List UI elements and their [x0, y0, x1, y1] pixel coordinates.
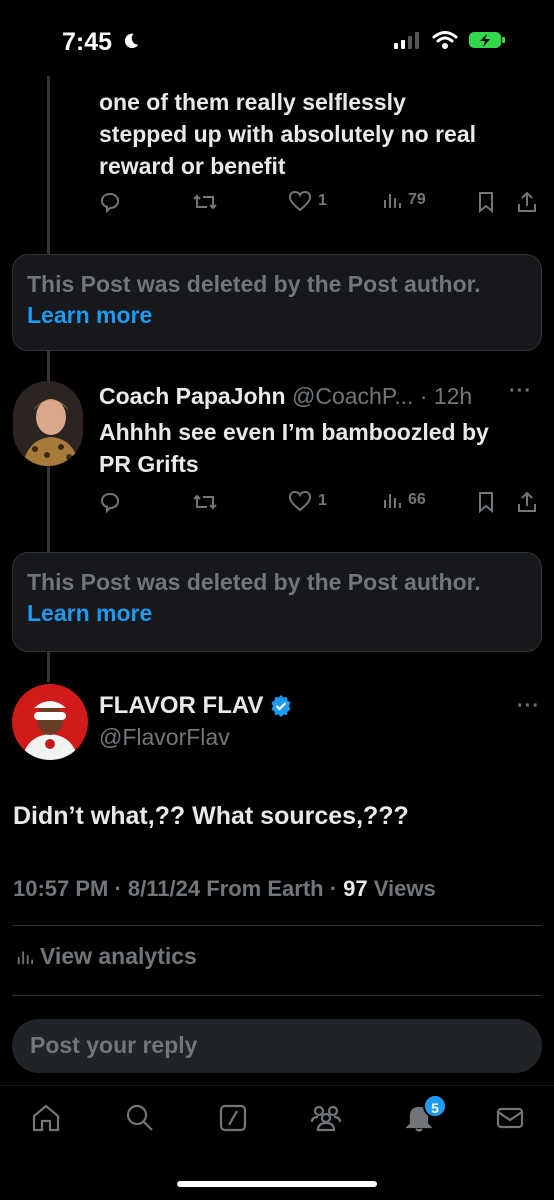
divider: [12, 995, 542, 996]
reply-button[interactable]: [98, 490, 122, 514]
heart-icon: [288, 190, 312, 212]
views-button[interactable]: 79: [382, 190, 426, 210]
search-icon: [126, 1104, 153, 1131]
thread-line: [47, 76, 50, 254]
communities-icon: [310, 1105, 342, 1132]
nav-notifications[interactable]: 5: [403, 1094, 447, 1139]
thread-line: [47, 652, 50, 682]
heart-icon: [288, 490, 312, 512]
nav-communities[interactable]: [309, 1102, 343, 1139]
thread-line: [47, 351, 50, 381]
share-button[interactable]: [516, 490, 538, 514]
verified-badge-icon: [271, 695, 291, 717]
like-button[interactable]: 1: [288, 190, 327, 212]
views-label: Views: [367, 876, 436, 901]
deleted-post-text: This Post was deleted by the Post author…: [27, 271, 481, 297]
bookmark-button[interactable]: [476, 490, 496, 514]
avatar-image: [13, 381, 83, 466]
analytics-icon: [384, 194, 401, 208]
repost-button[interactable]: [192, 490, 218, 514]
like-count: 1: [318, 492, 327, 509]
share-icon: [518, 491, 536, 512]
nav-grok[interactable]: [217, 1102, 249, 1139]
home-indicator: [177, 1181, 377, 1187]
learn-more-link[interactable]: Learn more: [27, 300, 527, 331]
nav-messages[interactable]: [494, 1102, 526, 1139]
bookmark-icon: [479, 192, 493, 214]
author-name[interactable]: FLAVOR FLAV: [99, 692, 293, 720]
learn-more-link[interactable]: Learn more: [27, 598, 527, 629]
reply-icon: [100, 492, 120, 514]
post-text: Didn’t what,?? What sources,???: [13, 802, 409, 830]
notification-badge: 5: [423, 1094, 447, 1118]
status-time: 7:45: [62, 28, 113, 56]
analytics-icon: [384, 494, 401, 508]
signal-icon: [394, 32, 419, 49]
avatar[interactable]: [13, 381, 83, 466]
grok-icon: [219, 1104, 247, 1132]
views-button[interactable]: 66: [382, 490, 426, 510]
like-count: 1: [318, 192, 327, 209]
view-count: 79: [408, 191, 426, 208]
nav-home[interactable]: [30, 1102, 62, 1139]
view-analytics-button[interactable]: View analytics: [16, 943, 197, 970]
tweet-header: Coach PapaJohn @CoachP... · 12h: [99, 383, 472, 410]
thread-line: [47, 466, 50, 552]
divider: [12, 925, 542, 926]
reply-icon: [100, 192, 120, 214]
home-icon: [32, 1104, 60, 1132]
avatar[interactable]: [12, 684, 88, 760]
deleted-post-text: This Post was deleted by the Post author…: [27, 569, 481, 595]
moon-icon: [124, 33, 139, 49]
post-meta: 10:57 PM · 8/11/24 From Earth · 97 Views: [13, 876, 436, 902]
analytics-icon: [17, 951, 34, 964]
repost-icon: [193, 194, 217, 210]
reply-input[interactable]: Post your reply: [12, 1019, 542, 1073]
more-options-icon[interactable]: ···: [517, 695, 540, 718]
mail-icon: [496, 1107, 524, 1129]
author-name[interactable]: Coach PapaJohn: [99, 383, 286, 409]
post-timestamp: 10:57 PM · 8/11/24 From Earth ·: [13, 876, 344, 901]
repost-icon: [193, 494, 217, 510]
bookmark-icon: [479, 492, 493, 514]
bookmark-button[interactable]: [476, 190, 496, 214]
status-bar: 7:45: [0, 0, 554, 76]
view-analytics-label: View analytics: [40, 943, 197, 969]
tweet-actions: 1 66: [98, 490, 538, 520]
reply-placeholder: Post your reply: [30, 1032, 198, 1058]
avatar-image: [12, 684, 88, 760]
author-handle[interactable]: @FlavorFlav: [99, 724, 230, 751]
views-count: 97: [343, 876, 368, 901]
repost-button[interactable]: [192, 190, 218, 214]
nav-search[interactable]: [124, 1102, 156, 1139]
more-options-icon[interactable]: ···: [509, 380, 532, 403]
tweet-text: Ahhhh see even I’m bamboozled by PR Grif…: [99, 419, 489, 477]
battery-charging-icon: [469, 32, 505, 48]
share-button[interactable]: [516, 190, 538, 214]
status-icons: [394, 30, 506, 50]
share-icon: [518, 191, 536, 212]
deleted-post-notice: This Post was deleted by the Post author…: [12, 254, 542, 351]
author-handle[interactable]: @CoachP...: [292, 383, 413, 409]
reply-button[interactable]: [98, 190, 122, 214]
wifi-icon: [432, 31, 458, 49]
tweet-timestamp: · 12h: [419, 383, 473, 409]
tweet-text: one of them really selflessly stepped up…: [99, 89, 476, 179]
tweet-actions: 1 79: [98, 190, 538, 220]
like-button[interactable]: 1: [288, 490, 327, 512]
view-count: 66: [408, 491, 426, 508]
deleted-post-notice: This Post was deleted by the Post author…: [12, 552, 542, 652]
